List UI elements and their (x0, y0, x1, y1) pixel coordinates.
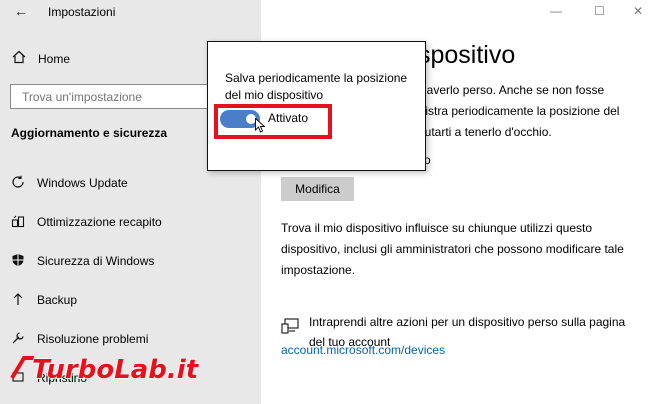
toggle-label: Attivato (268, 111, 309, 125)
wrench-icon (11, 331, 37, 348)
modify-button[interactable]: Modifica (281, 177, 354, 201)
close-button[interactable]: ✕ (633, 4, 643, 18)
sidebar-item-troubleshoot[interactable]: Risoluzione problemi (11, 329, 148, 349)
location-toggle[interactable] (220, 110, 260, 128)
shield-icon (11, 253, 37, 270)
back-arrow-icon[interactable]: ← (14, 3, 28, 19)
home-link[interactable]: Home (12, 50, 70, 67)
svg-text:TurboLab.it: TurboLab.it (32, 355, 200, 385)
sidebar-item-security[interactable]: Sicurezza di Windows (11, 251, 154, 271)
account-devices-link[interactable]: account.microsoft.com/devices (281, 343, 445, 357)
description-line: r aiutarti a tenerlo d'occhio. (408, 125, 552, 139)
devices-icon (281, 318, 299, 334)
sidebar-item-label: Sicurezza di Windows (37, 254, 155, 268)
info-paragraph: Trova il mio dispositivo influisce su ch… (281, 221, 624, 277)
description-paragraph: i di averlo perso. Anche se non fosse re… (408, 80, 638, 143)
sidebar-item-backup[interactable]: Backup (11, 290, 77, 310)
minimize-button[interactable]: — (550, 4, 562, 18)
maximize-button[interactable]: ☐ (594, 4, 605, 18)
sidebar-item-windows-update[interactable]: Windows Update (11, 173, 128, 193)
refresh-icon (11, 175, 37, 192)
turbolab-watermark-logo: TurboLab.it (10, 348, 235, 391)
flyout-description: Salva periodicamente la posizione del mi… (225, 71, 408, 102)
upload-arrow-icon (11, 292, 37, 309)
description-line: i di averlo perso. Anche se non fosse (408, 83, 605, 97)
mouse-cursor-icon (255, 117, 266, 136)
section-title: Aggiornamento e sicurezza (11, 126, 168, 140)
sidebar-item-label: Ottimizzazione recapito (37, 215, 162, 229)
home-icon (12, 50, 38, 67)
sidebar-item-label: Backup (37, 293, 78, 307)
delivery-icon (11, 214, 37, 231)
page-title: spositivo (418, 41, 516, 69)
sidebar-item-delivery[interactable]: Ottimizzazione recapito (11, 212, 162, 232)
description-line: registra periodicamente la posizione del (408, 104, 620, 118)
sidebar-item-label: Windows Update (37, 176, 128, 190)
home-label: Home (38, 51, 71, 66)
location-flyout: Salva periodicamente la posizione del mi… (207, 41, 426, 171)
window-title: Impostazioni (48, 5, 116, 19)
sidebar-item-label: Risoluzione problemi (37, 332, 149, 346)
